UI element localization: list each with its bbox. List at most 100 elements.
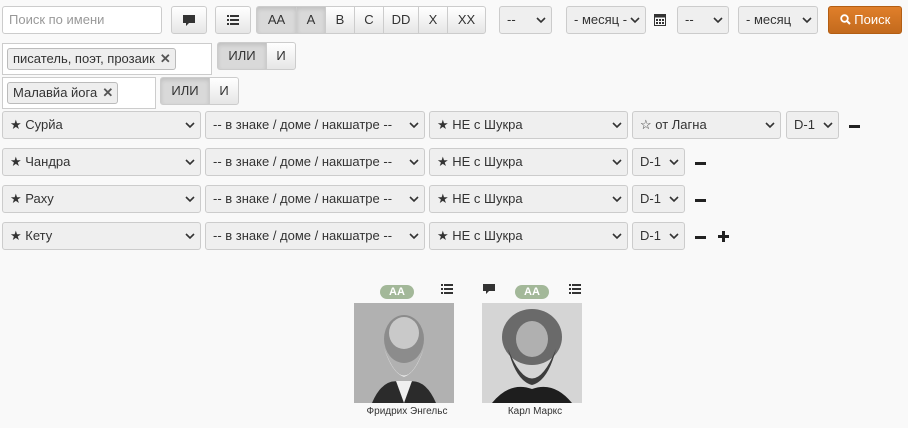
list-icon: [227, 15, 239, 25]
rating-a[interactable]: A: [296, 6, 326, 34]
plus-icon[interactable]: [718, 231, 729, 242]
planet-value: ★ Кету: [10, 228, 53, 243]
profession-tag-box[interactable]: писатель, поэт, прозаик ✕: [2, 43, 212, 75]
minus-icon[interactable]: [695, 232, 706, 242]
planet-value: ★ Чандра: [10, 154, 71, 169]
planet-value: ★ Раху: [10, 191, 54, 206]
chart-value: D-1: [640, 228, 661, 243]
rating-x[interactable]: X: [418, 6, 448, 34]
yoga-tag-label: Малавйа йога: [13, 85, 98, 100]
portrait-image: [482, 303, 582, 403]
profession-tag: писатель, поэт, прозаик ✕: [7, 48, 176, 70]
planet-select[interactable]: ★ Раху: [2, 185, 201, 213]
comment-icon[interactable]: [482, 283, 496, 295]
profession-logic-group: ИЛИ И: [217, 42, 296, 70]
day-to-select[interactable]: --: [677, 6, 729, 34]
planet-select[interactable]: ★ Чандра: [2, 148, 201, 176]
chevron-down-icon: [669, 159, 679, 166]
conjunction-select[interactable]: ★ НЕ с Шукра: [429, 185, 628, 213]
search-button[interactable]: Поиск: [828, 6, 902, 34]
person-name[interactable]: Фридрих Энгельс: [354, 406, 460, 417]
position-select[interactable]: -- в знаке / доме / накшатре --: [205, 111, 425, 139]
month-from-select[interactable]: - месяц -: [566, 6, 646, 34]
profession-or-button[interactable]: ИЛИ: [217, 42, 267, 70]
chevron-down-icon: [630, 17, 640, 24]
planet-value: ★ Сурйа: [10, 117, 63, 132]
chart-value: D-1: [794, 117, 815, 132]
conjunction-value: ★ НЕ с Шукра: [437, 228, 523, 243]
person-photo-engels[interactable]: [354, 303, 454, 403]
chart-select[interactable]: D-1: [632, 148, 685, 176]
minus-icon[interactable]: [695, 195, 706, 205]
list-view-button[interactable]: [215, 6, 251, 34]
portrait-image: [354, 303, 454, 403]
month-to-select[interactable]: - месяц: [738, 6, 818, 34]
chevron-down-icon: [185, 159, 195, 166]
chevron-down-icon: [802, 17, 812, 24]
planet-select[interactable]: ★ Сурйа: [2, 111, 201, 139]
chevron-down-icon: [409, 233, 419, 240]
chevron-down-icon: [669, 196, 679, 203]
yoga-or-button[interactable]: ИЛИ: [160, 77, 210, 105]
rating-b[interactable]: B: [325, 6, 355, 34]
chart-value: D-1: [640, 191, 661, 206]
calendar-icon: [654, 14, 666, 26]
conjunction-select[interactable]: ★ НЕ с Шукра: [429, 148, 628, 176]
position-value: -- в знаке / доме / накшатре --: [213, 191, 393, 206]
yoga-logic-group: ИЛИ И: [160, 77, 239, 105]
remove-tag-icon[interactable]: ✕: [160, 49, 171, 69]
rating-aa[interactable]: AA: [256, 6, 297, 34]
month-from-value: - месяц -: [574, 12, 628, 27]
position-select[interactable]: -- в знаке / доме / накшатре --: [205, 222, 425, 250]
chevron-down-icon: [409, 196, 419, 203]
search-icon: [839, 14, 851, 25]
conjunction-select[interactable]: ★ НЕ с Шукра: [429, 222, 628, 250]
rating-dd[interactable]: DD: [383, 6, 419, 34]
chevron-down-icon: [185, 196, 195, 203]
comment-icon: [183, 15, 195, 26]
rating-badge: AA: [515, 285, 549, 299]
chevron-down-icon: [612, 122, 622, 129]
yoga-tag-box[interactable]: Малавйа йога ✕: [2, 77, 156, 109]
planet-select[interactable]: ★ Кету: [2, 222, 201, 250]
rating-c[interactable]: C: [354, 6, 384, 34]
chart-select[interactable]: D-1: [786, 111, 839, 139]
chevron-down-icon: [185, 122, 195, 129]
rating-filter-group: AA A B C DD X XX: [256, 6, 486, 34]
chevron-down-icon: [536, 17, 546, 24]
search-button-label: Поиск: [854, 12, 891, 27]
search-input[interactable]: Поиск по имени: [2, 6, 162, 34]
list-icon[interactable]: [568, 283, 582, 295]
remove-tag-icon[interactable]: ✕: [102, 83, 113, 103]
person-photo-marx[interactable]: [482, 303, 582, 403]
yoga-tag: Малавйа йога ✕: [7, 82, 119, 104]
chart-value: D-1: [640, 154, 661, 169]
conjunction-value: ★ НЕ с Шукра: [437, 191, 523, 206]
rating-badge: AA: [380, 285, 414, 299]
chevron-down-icon: [612, 196, 622, 203]
day-from-select[interactable]: --: [499, 6, 552, 34]
minus-icon[interactable]: [695, 158, 706, 168]
profession-and-button[interactable]: И: [266, 42, 296, 70]
position-value: -- в знаке / доме / накшатре --: [213, 228, 393, 243]
position-select[interactable]: -- в знаке / доме / накшатре --: [205, 185, 425, 213]
list-icon[interactable]: [440, 283, 454, 295]
position-value: -- в знаке / доме / накшатре --: [213, 154, 393, 169]
profession-tag-label: писатель, поэт, прозаик: [13, 51, 155, 66]
comment-filter-button[interactable]: [171, 6, 207, 34]
minus-icon[interactable]: [849, 121, 860, 131]
conjunction-select[interactable]: ★ НЕ с Шукра: [429, 111, 628, 139]
chart-select[interactable]: D-1: [632, 222, 685, 250]
person-name[interactable]: Карл Маркс: [482, 406, 588, 417]
position-select[interactable]: -- в знаке / доме / накшатре --: [205, 148, 425, 176]
yoga-and-button[interactable]: И: [209, 77, 239, 105]
position-value: -- в знаке / доме / накшатре --: [213, 117, 393, 132]
chevron-down-icon: [185, 233, 195, 240]
chevron-down-icon: [409, 159, 419, 166]
month-to-value: - месяц: [746, 12, 792, 27]
chevron-down-icon: [823, 122, 833, 129]
chart-select[interactable]: D-1: [632, 185, 685, 213]
rating-xx[interactable]: XX: [447, 6, 486, 34]
from-house-select[interactable]: ☆ от Лагна: [632, 111, 781, 139]
chevron-down-icon: [612, 233, 622, 240]
